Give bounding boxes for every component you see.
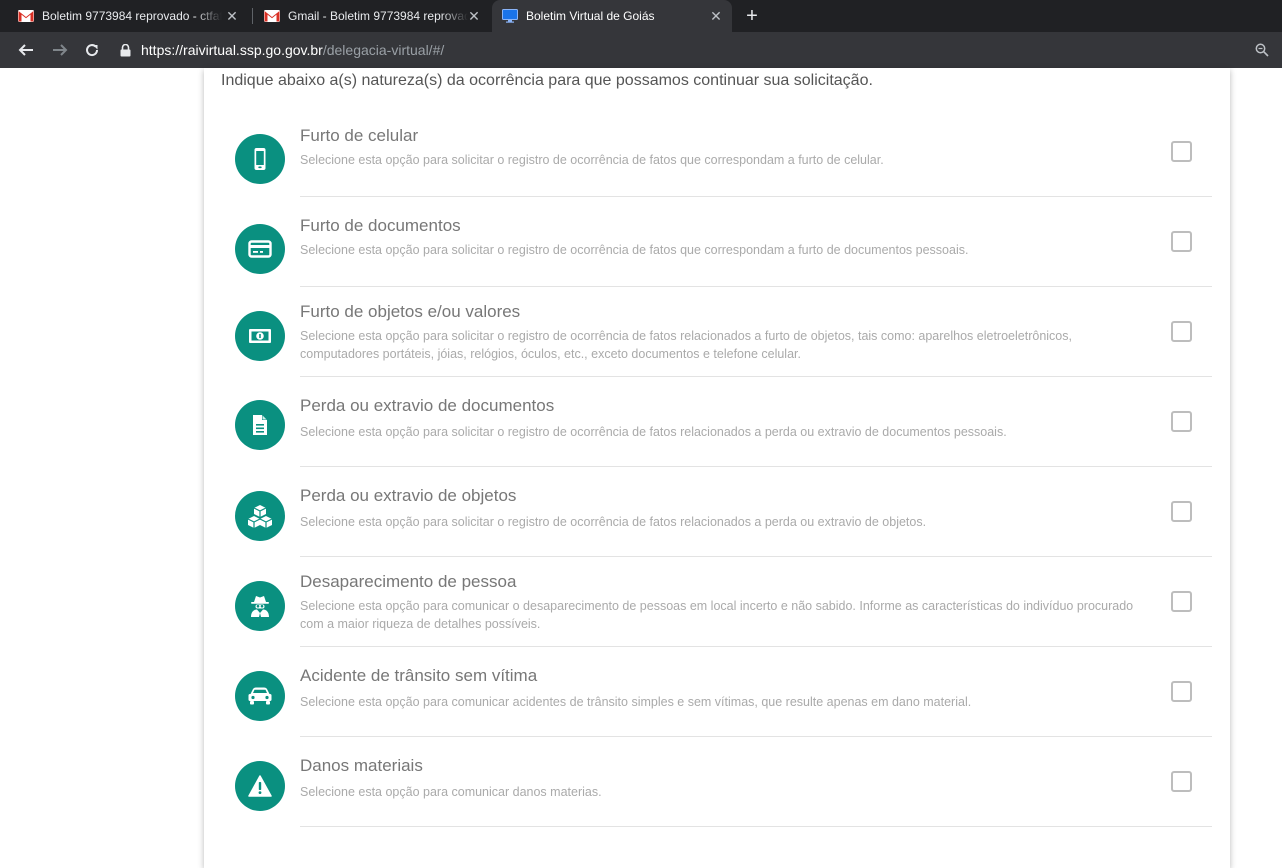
checkbox[interactable] bbox=[1171, 321, 1192, 342]
item-title: Furto de celular bbox=[300, 126, 419, 145]
content-card: Indique abaixo a(s) natureza(s) da ocorr… bbox=[204, 68, 1230, 868]
url-path: /delegacia-virtual/#/ bbox=[322, 42, 445, 58]
url-host: raivirtual.ssp.go.gov.br bbox=[183, 42, 323, 58]
item-title: Perda ou extravio de objetos bbox=[300, 486, 517, 505]
warning-icon bbox=[235, 761, 285, 811]
item-title: Danos materiais bbox=[300, 756, 423, 775]
list-item-perda-objetos[interactable]: Perda ou extravio de objetos Selecione e… bbox=[235, 467, 1212, 557]
arrow-right-icon bbox=[53, 44, 68, 56]
close-icon[interactable]: ✕ bbox=[708, 8, 724, 24]
checkbox[interactable] bbox=[1171, 771, 1192, 792]
list-item-perda-documentos[interactable]: Perda ou extravio de documentos Selecion… bbox=[235, 377, 1212, 467]
browser-tab-3[interactable]: Boletim Virtual de Goiás ✕ bbox=[492, 0, 732, 32]
document-icon bbox=[235, 400, 285, 450]
gmail-icon bbox=[18, 8, 34, 24]
close-icon[interactable]: ✕ bbox=[224, 8, 240, 24]
browser-toolbar: https://raivirtual.ssp.go.gov.br/delegac… bbox=[0, 32, 1282, 68]
item-description: Selecione esta opção para solicitar o re… bbox=[300, 515, 927, 529]
page-viewport: Indique abaixo a(s) natureza(s) da ocorr… bbox=[0, 68, 1282, 868]
list-item-furto-documentos[interactable]: Furto de documentos Selecione esta opção… bbox=[235, 197, 1212, 287]
item-description: Selecione esta opção para comunicar acid… bbox=[300, 695, 972, 709]
car-icon bbox=[235, 671, 285, 721]
reload-button[interactable] bbox=[80, 38, 104, 62]
list-item-furto-objetos[interactable]: Furto de objetos e/ou valores Selecione … bbox=[235, 287, 1212, 377]
back-button[interactable] bbox=[14, 38, 38, 62]
list-item-acidente-transito[interactable]: Acidente de trânsito sem vítima Selecion… bbox=[235, 647, 1212, 737]
checkbox[interactable] bbox=[1171, 681, 1192, 702]
checkbox[interactable] bbox=[1171, 141, 1192, 162]
tab-title: Boletim Virtual de Goiás bbox=[526, 9, 655, 23]
nature-list: Furto de celular Selecione esta opção pa… bbox=[204, 107, 1212, 827]
browser-tab-strip: Boletim 9773984 reprovado - ctfaf ✕ Gmai… bbox=[0, 0, 1282, 32]
browser-tab-1[interactable]: Boletim 9773984 reprovado - ctfaf ✕ bbox=[8, 0, 248, 32]
checkbox[interactable] bbox=[1171, 591, 1192, 612]
item-title: Acidente de trânsito sem vítima bbox=[300, 666, 538, 685]
gmail-icon bbox=[264, 8, 280, 24]
url-scheme: https:// bbox=[141, 42, 184, 58]
list-item-furto-celular[interactable]: Furto de celular Selecione esta opção pa… bbox=[235, 107, 1212, 197]
money-icon bbox=[235, 311, 285, 361]
new-tab-button[interactable]: + bbox=[740, 4, 764, 28]
checkbox[interactable] bbox=[1171, 231, 1192, 252]
item-description: Selecione esta opção para solicitar o re… bbox=[300, 153, 884, 167]
lock-icon bbox=[120, 43, 131, 57]
tab-title: Boletim 9773984 reprovado - ctfaf bbox=[42, 9, 222, 23]
address-bar[interactable]: https://raivirtual.ssp.go.gov.br/delegac… bbox=[120, 36, 1276, 64]
item-title: Furto de objetos e/ou valores bbox=[300, 302, 521, 321]
cubes-icon bbox=[235, 491, 285, 541]
checkbox[interactable] bbox=[1171, 411, 1192, 432]
item-title: Perda ou extravio de documentos bbox=[300, 396, 555, 415]
credit-card-icon bbox=[235, 224, 285, 274]
item-title: Furto de documentos bbox=[300, 216, 461, 235]
zoom-icon bbox=[1255, 43, 1269, 57]
item-description: Selecione esta opção para solicitar o re… bbox=[300, 243, 969, 257]
item-description: Selecione esta opção para solicitar o re… bbox=[300, 425, 1007, 439]
list-item-desaparecimento[interactable]: Desaparecimento de pessoa Selecione esta… bbox=[235, 557, 1212, 647]
intro-text: Indique abaixo a(s) natureza(s) da ocorr… bbox=[221, 72, 873, 89]
user-secret-icon bbox=[235, 581, 285, 631]
item-description: Selecione esta opção para comunicar o de… bbox=[300, 599, 1134, 631]
tab-title: Gmail - Boletim 9773984 reprovado bbox=[288, 9, 468, 23]
close-icon[interactable]: ✕ bbox=[466, 8, 482, 24]
arrow-left-icon bbox=[18, 44, 33, 56]
tab-divider bbox=[252, 8, 253, 24]
item-description: Selecione esta opção para comunicar dano… bbox=[300, 785, 602, 799]
checkbox[interactable] bbox=[1171, 501, 1192, 522]
forward-button[interactable] bbox=[48, 38, 72, 62]
monitor-icon bbox=[502, 8, 518, 24]
list-item-danos-materiais[interactable]: Danos materiais Selecione esta opção par… bbox=[235, 737, 1212, 827]
browser-tab-2[interactable]: Gmail - Boletim 9773984 reprovado ✕ bbox=[254, 0, 490, 32]
reload-icon bbox=[86, 44, 99, 57]
item-title: Desaparecimento de pessoa bbox=[300, 572, 517, 591]
item-description: Selecione esta opção para solicitar o re… bbox=[300, 329, 1072, 361]
zoom-button[interactable] bbox=[1250, 38, 1274, 62]
phone-icon bbox=[235, 134, 285, 184]
